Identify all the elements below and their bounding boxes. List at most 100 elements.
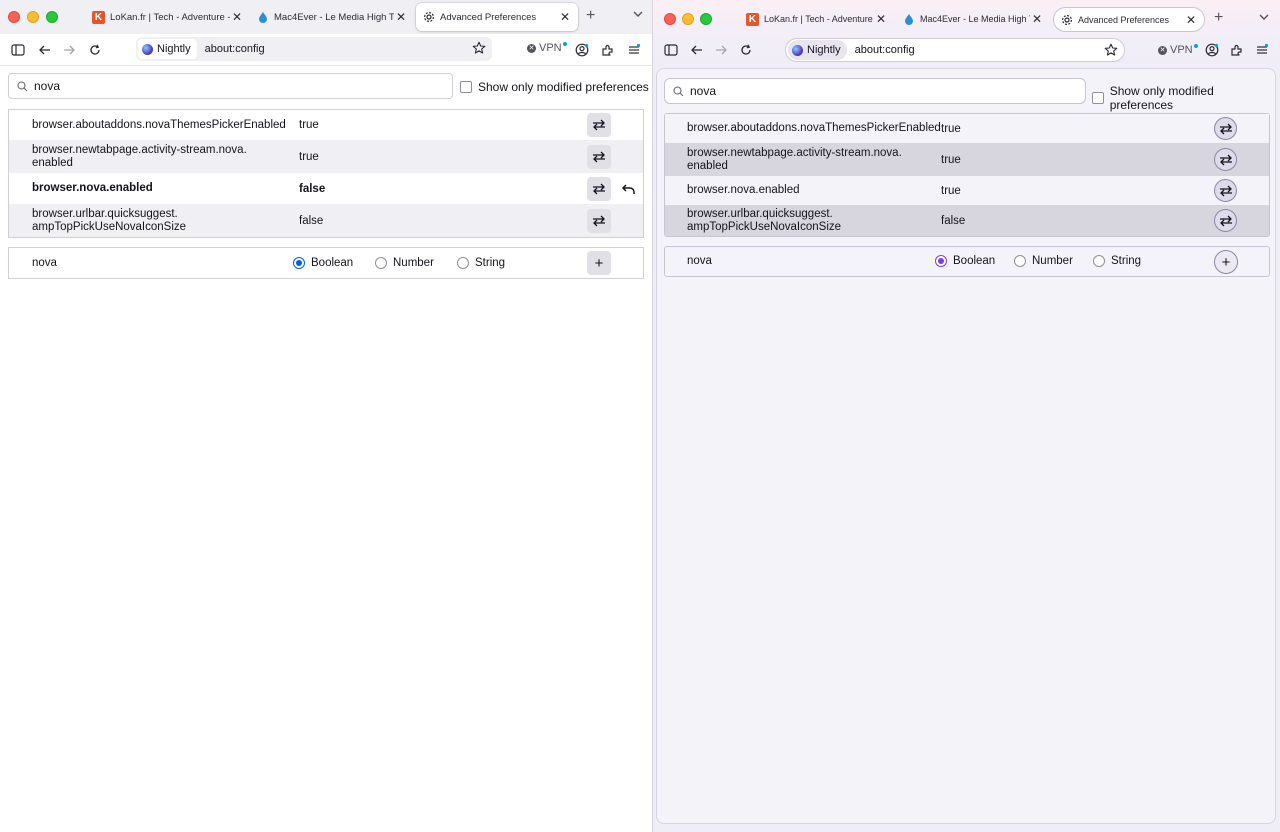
close-tab-icon[interactable]: ✕ xyxy=(874,12,888,26)
vpn-button[interactable]: ✕ VPN xyxy=(1158,44,1198,56)
new-tab-plus-icon[interactable]: + xyxy=(1214,9,1223,27)
close-tab-icon[interactable]: ✕ xyxy=(394,10,408,24)
radio-dot[interactable] xyxy=(1093,255,1105,267)
tab-mac4ever[interactable]: Mac4Ever - Le Media High Tec ✕ xyxy=(252,3,412,31)
toggle-button[interactable] xyxy=(587,209,611,233)
bookmark-star-icon[interactable] xyxy=(1104,43,1118,57)
radio-dot[interactable] xyxy=(293,257,305,269)
radio-string[interactable]: String xyxy=(457,257,505,269)
add-preference-row: nova Boolean Number String + xyxy=(664,246,1270,277)
show-modified-checkbox[interactable] xyxy=(1092,92,1104,104)
vpn-button[interactable]: ✕ VPN xyxy=(527,42,567,54)
vpn-label: VPN xyxy=(1170,44,1193,56)
reload-icon[interactable] xyxy=(85,40,105,60)
radio-number[interactable]: Number xyxy=(1014,255,1073,267)
bookmark-star-icon[interactable] xyxy=(472,41,486,55)
search-box[interactable]: nova xyxy=(8,73,453,99)
url-bar[interactable]: Nightly about:config xyxy=(785,38,1125,62)
show-modified-toggle[interactable]: Show only modified preferences xyxy=(460,80,649,94)
toggle-button[interactable] xyxy=(1214,117,1237,140)
radio-dot[interactable] xyxy=(1014,255,1026,267)
reset-undo-icon[interactable] xyxy=(619,180,637,198)
tab-lokan[interactable]: K LoKan.fr | Tech - Adventure - L ✕ xyxy=(742,5,892,33)
new-tab-plus-icon[interactable]: + xyxy=(586,7,595,25)
minimize-window-button[interactable] xyxy=(27,11,39,23)
browser-window-right: K LoKan.fr | Tech - Adventure - L ✕ Mac4… xyxy=(652,0,1280,832)
search-box[interactable]: nova xyxy=(664,78,1086,104)
preferences-table: browser.aboutaddons.novaThemesPickerEnab… xyxy=(8,109,644,238)
back-arrow-icon[interactable] xyxy=(686,40,706,60)
nav-bar: Nightly about:config ✕ VPN xyxy=(0,34,652,66)
radio-boolean[interactable]: Boolean xyxy=(935,255,995,267)
gear-icon xyxy=(1060,13,1073,26)
radio-dot[interactable] xyxy=(457,257,469,269)
app-menu-icon[interactable] xyxy=(624,40,644,60)
radio-boolean[interactable]: Boolean xyxy=(293,257,353,269)
toggle-arrows-icon xyxy=(593,151,605,163)
radio-dot[interactable] xyxy=(935,255,947,267)
vpn-badge-dot xyxy=(1193,44,1198,48)
radio-label: String xyxy=(475,257,506,269)
radio-dot[interactable] xyxy=(375,257,387,269)
close-tab-icon[interactable]: ✕ xyxy=(1030,12,1044,26)
zoom-window-button[interactable] xyxy=(700,13,712,25)
pref-row-modified: browser.nova.enabled false xyxy=(9,173,643,204)
reload-icon[interactable] xyxy=(736,40,756,60)
pref-value: false xyxy=(299,182,326,195)
pref-name: browser.urlbar.quicksuggest. ampTopPickU… xyxy=(32,208,187,233)
extensions-puzzle-icon[interactable] xyxy=(1227,40,1247,60)
close-window-button[interactable] xyxy=(8,11,20,23)
account-icon[interactable] xyxy=(1202,40,1222,60)
show-modified-checkbox[interactable] xyxy=(460,81,472,93)
forward-arrow-icon[interactable] xyxy=(59,40,79,60)
toggle-arrows-icon xyxy=(1219,185,1232,196)
close-tab-icon[interactable]: ✕ xyxy=(1184,13,1198,27)
toggle-button[interactable] xyxy=(1214,209,1237,232)
preferences-table: browser.aboutaddons.novaThemesPickerEnab… xyxy=(664,113,1270,237)
toggle-button[interactable] xyxy=(587,113,611,137)
toggle-button[interactable] xyxy=(587,177,611,201)
close-tab-icon[interactable]: ✕ xyxy=(230,10,244,24)
toggle-button[interactable] xyxy=(1214,148,1237,171)
add-button[interactable]: + xyxy=(1214,250,1238,274)
sidebar-toggle-icon[interactable] xyxy=(661,40,681,60)
pref-value: true xyxy=(299,150,319,163)
radio-label: Number xyxy=(393,257,434,269)
url-bar[interactable]: Nightly about:config xyxy=(136,37,492,61)
tab-lokan[interactable]: K LoKan.fr | Tech - Adventure - L ✕ xyxy=(88,3,248,31)
tab-advanced-preferences[interactable]: Advanced Preferences ✕ xyxy=(1053,7,1205,32)
forward-arrow-icon[interactable] xyxy=(711,40,731,60)
search-input[interactable]: nova xyxy=(34,79,60,93)
toggle-button[interactable] xyxy=(1214,179,1237,202)
radio-string[interactable]: String xyxy=(1093,255,1141,267)
about-config-page: nova Show only modified preferences brow… xyxy=(0,67,652,832)
pref-value: true xyxy=(941,184,961,197)
toggle-button[interactable] xyxy=(587,145,611,169)
minimize-window-button[interactable] xyxy=(682,13,694,25)
close-tab-icon[interactable]: ✕ xyxy=(558,10,572,24)
search-input[interactable]: nova xyxy=(690,84,716,98)
pref-name: browser.aboutaddons.novaThemesPickerEnab… xyxy=(32,118,286,131)
tab-advanced-preferences[interactable]: Advanced Preferences ✕ xyxy=(416,3,578,31)
close-window-button[interactable] xyxy=(664,13,676,25)
show-modified-toggle[interactable]: Show only modified preferences xyxy=(1092,84,1275,112)
radio-label: Boolean xyxy=(311,257,354,269)
tab-mac4ever[interactable]: Mac4Ever - Le Media High Tec ✕ xyxy=(898,5,1048,33)
url-text[interactable]: about:config xyxy=(205,43,265,55)
url-text[interactable]: about:config xyxy=(855,44,915,56)
radio-number[interactable]: Number xyxy=(375,257,434,269)
identity-box[interactable]: Nightly xyxy=(138,39,197,59)
identity-label: Nightly xyxy=(157,43,191,55)
zoom-window-button[interactable] xyxy=(46,11,58,23)
account-icon[interactable] xyxy=(572,40,592,60)
tab-list-chevron-icon[interactable] xyxy=(632,8,644,20)
sidebar-toggle-icon[interactable] xyxy=(8,40,28,60)
add-button[interactable]: + xyxy=(587,251,611,275)
back-arrow-icon[interactable] xyxy=(34,40,54,60)
tab-list-chevron-icon[interactable] xyxy=(1258,11,1270,23)
extensions-puzzle-icon[interactable] xyxy=(598,40,618,60)
pref-row: browser.newtabpage.activity-stream.nova.… xyxy=(665,143,1269,176)
app-menu-icon[interactable] xyxy=(1252,40,1272,60)
search-icon xyxy=(17,80,28,92)
identity-box[interactable]: Nightly xyxy=(788,40,847,60)
